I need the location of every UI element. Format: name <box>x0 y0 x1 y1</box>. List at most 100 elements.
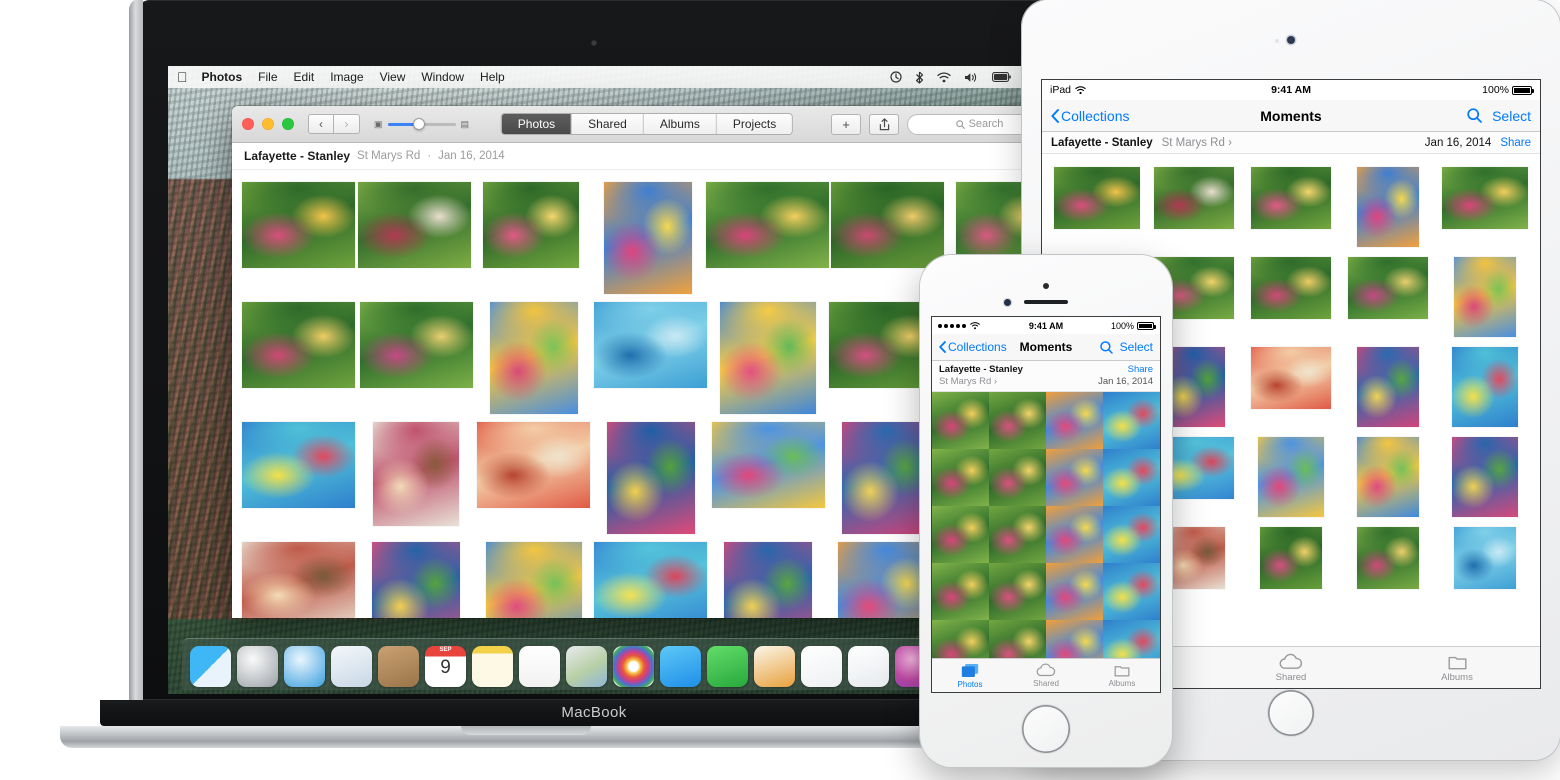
photo-cell[interactable] <box>1242 342 1339 414</box>
photo-thumbnail[interactable] <box>1103 562 1160 620</box>
zoom-button[interactable] <box>282 118 294 130</box>
mac-dock[interactable]: SEP 9 <box>182 638 1038 690</box>
photo-thumbnail[interactable] <box>1046 448 1103 506</box>
iphone-nav-bar[interactable]: Collections Moments Select <box>932 334 1160 361</box>
iphone-tab-bar[interactable]: Photos Shared Albums <box>932 658 1160 692</box>
photo-thumbnail[interactable] <box>1046 391 1103 449</box>
dock-messages-icon[interactable] <box>660 646 701 687</box>
menu-item-edit[interactable]: Edit <box>294 70 315 84</box>
dock-contacts-icon[interactable] <box>378 646 419 687</box>
ipad-tab-shared[interactable]: Shared <box>1208 653 1374 683</box>
apple-menu-icon[interactable]:  <box>177 70 188 84</box>
wifi-icon[interactable] <box>937 71 951 83</box>
moment-location[interactable]: St Marys Rd <box>357 150 420 162</box>
photo-thumbnail[interactable] <box>711 422 825 508</box>
photo-thumbnail[interactable] <box>989 505 1046 563</box>
menu-item-view[interactable]: View <box>380 70 406 84</box>
menu-item-file[interactable]: File <box>258 70 277 84</box>
add-button[interactable]: + <box>831 113 861 135</box>
photo-thumbnail[interactable] <box>372 542 461 618</box>
photo-thumbnail[interactable] <box>1356 347 1419 427</box>
photo-cell[interactable] <box>1242 252 1339 324</box>
volume-icon[interactable] <box>964 72 979 83</box>
photo-thumbnail[interactable] <box>932 391 989 449</box>
forward-button[interactable]: › <box>334 114 360 134</box>
photo-thumbnail[interactable] <box>483 182 580 268</box>
photo-cell[interactable] <box>706 182 829 268</box>
photo-thumbnail[interactable] <box>1046 505 1103 563</box>
iphone-screen[interactable]: 9:41 AM 100% Collections Moments Select … <box>932 317 1160 692</box>
photo-thumbnail[interactable] <box>932 562 989 620</box>
photo-cell[interactable] <box>1048 162 1145 234</box>
photo-thumbnail[interactable] <box>989 562 1046 620</box>
photo-cell[interactable] <box>357 542 474 618</box>
photo-thumbnail[interactable] <box>358 182 472 268</box>
photo-cell[interactable] <box>240 422 357 508</box>
photo-thumbnail[interactable] <box>1103 505 1160 563</box>
photo-cell[interactable] <box>473 182 590 268</box>
photos-toolbar[interactable]: ‹ › ▣ ▤ Photos Shared Albums Projects + <box>232 106 1052 143</box>
photo-cell[interactable] <box>1242 432 1339 522</box>
menu-item-help[interactable]: Help <box>480 70 505 84</box>
tab-photos[interactable]: Photos <box>501 114 572 134</box>
menu-item-photos[interactable]: Photos <box>202 70 243 84</box>
battery-icon[interactable] <box>992 72 1011 82</box>
mac-menu-bar[interactable]:  Photos File Edit Image View Window Hel… <box>168 66 1052 88</box>
dock-photos-icon[interactable] <box>613 646 654 687</box>
tab-shared[interactable]: Shared <box>571 114 643 134</box>
photo-cell[interactable] <box>475 422 592 508</box>
photo-cell[interactable] <box>357 182 474 268</box>
photo-thumbnail[interactable] <box>594 542 708 618</box>
iphone-tab-photos[interactable]: Photos <box>932 663 1008 689</box>
photo-thumbnail[interactable] <box>359 302 473 388</box>
photo-cell[interactable] <box>710 422 827 508</box>
photo-cell[interactable] <box>1339 522 1436 594</box>
photo-cell[interactable] <box>357 302 474 388</box>
photo-cell[interactable] <box>240 182 357 268</box>
time-machine-icon[interactable] <box>890 71 902 83</box>
photo-cell[interactable] <box>1339 252 1436 324</box>
iphone-share-button[interactable]: Share <box>1098 364 1153 376</box>
ipad-select-button[interactable]: Select <box>1492 108 1531 124</box>
photo-thumbnail[interactable] <box>1441 167 1528 229</box>
ipad-tab-albums[interactable]: Albums <box>1374 653 1540 683</box>
photo-thumbnail[interactable] <box>1103 448 1160 506</box>
search-icon[interactable] <box>1099 340 1113 354</box>
photo-cell[interactable] <box>592 422 709 534</box>
photo-thumbnail[interactable] <box>594 302 708 388</box>
photo-thumbnail[interactable] <box>932 448 989 506</box>
menu-item-image[interactable]: Image <box>330 70 363 84</box>
photo-cell[interactable] <box>1339 342 1436 432</box>
photo-cell[interactable] <box>592 302 709 388</box>
minimize-button[interactable] <box>262 118 274 130</box>
iphone-tab-shared[interactable]: Shared <box>1008 663 1084 688</box>
dock-maps-icon[interactable] <box>566 646 607 687</box>
dock-keynote-icon[interactable] <box>848 646 889 687</box>
dock-safari-icon[interactable] <box>284 646 325 687</box>
iphone-photo-grid[interactable] <box>932 391 1160 692</box>
photo-cell[interactable] <box>357 422 474 526</box>
photo-thumbnail[interactable] <box>720 302 817 414</box>
photo-thumbnail[interactable] <box>1259 527 1322 589</box>
iphone-select-button[interactable]: Select <box>1120 340 1153 354</box>
bluetooth-icon[interactable] <box>915 71 924 84</box>
photo-thumbnail[interactable] <box>242 422 356 508</box>
dock-facetime-icon[interactable] <box>707 646 748 687</box>
iphone-tab-albums[interactable]: Albums <box>1084 663 1160 688</box>
photo-thumbnail[interactable] <box>989 391 1046 449</box>
back-button[interactable]: ‹ <box>308 114 334 134</box>
photo-cell[interactable] <box>592 542 709 618</box>
photo-thumbnail[interactable] <box>1046 562 1103 620</box>
photo-thumbnail[interactable] <box>1053 167 1140 229</box>
ipad-moment-location[interactable]: St Marys Rd › <box>1162 137 1232 149</box>
photo-thumbnail[interactable] <box>706 182 829 268</box>
close-button[interactable] <box>242 118 254 130</box>
photo-thumbnail[interactable] <box>1356 437 1419 517</box>
photo-thumbnail[interactable] <box>489 302 578 414</box>
photo-thumbnail[interactable] <box>1153 167 1234 229</box>
photo-thumbnail[interactable] <box>932 505 989 563</box>
photo-cell[interactable] <box>475 542 592 618</box>
dock-reminders-icon[interactable] <box>519 646 560 687</box>
photo-thumbnail[interactable] <box>841 422 930 534</box>
photo-cell[interactable] <box>1339 162 1436 252</box>
